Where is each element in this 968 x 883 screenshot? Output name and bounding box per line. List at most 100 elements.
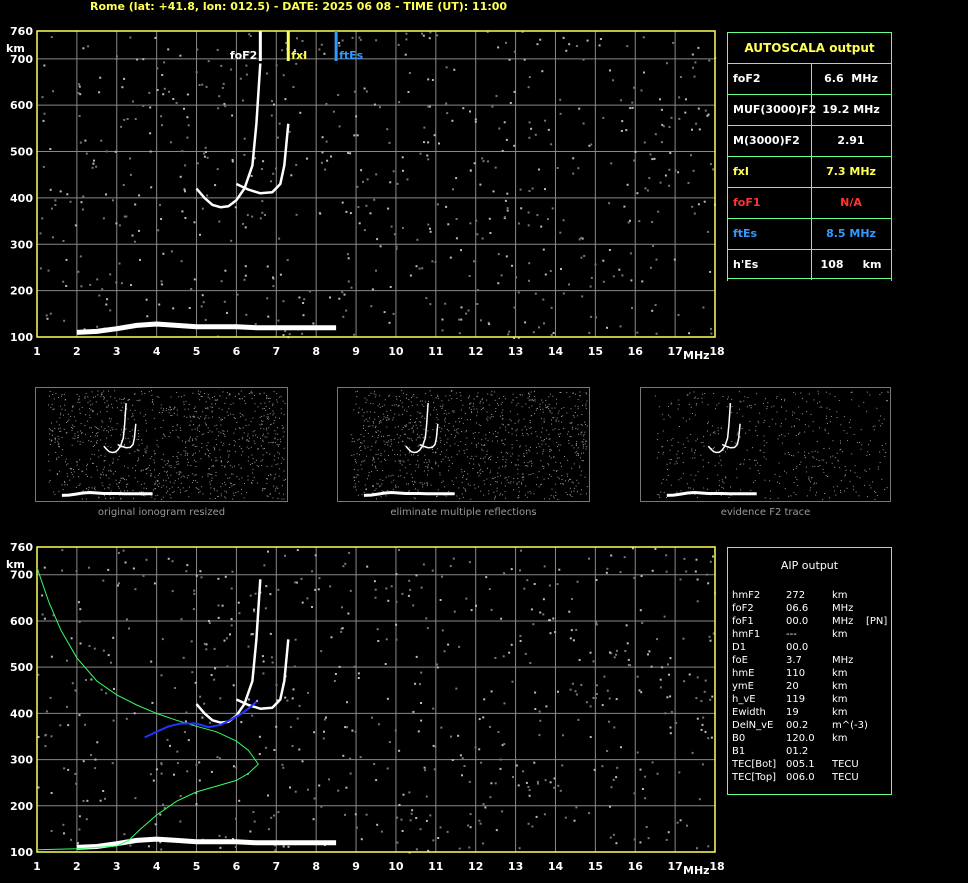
thumbnail-noise-pixel: [453, 484, 454, 485]
thumbnail-noise-pixel: [360, 450, 362, 451]
noise-pixel: [87, 45, 90, 48]
thumbnail-noise-pixel: [78, 468, 80, 470]
thumbnail-noise-pixel: [207, 408, 209, 410]
thumbnail-noise-pixel: [180, 430, 182, 431]
noise-pixel: [358, 222, 361, 225]
thumbnail-noise-pixel: [210, 493, 212, 495]
thumbnail-noise-pixel: [247, 460, 249, 462]
noise-pixel: [246, 214, 249, 217]
thumbnail-noise-pixel: [442, 458, 444, 460]
thumbnail-noise-pixel: [94, 426, 96, 428]
thumbnail-noise-pixel: [239, 398, 241, 400]
thumbnail-noise-pixel: [508, 424, 510, 426]
noise-pixel: [62, 240, 65, 242]
noise-pixel: [633, 86, 635, 89]
thumbnail-noise-pixel: [61, 484, 63, 486]
thumbnail-noise-pixel: [232, 498, 234, 500]
thumbnail-noise-pixel: [194, 428, 196, 430]
thumbnail-noise-pixel: [510, 455, 512, 457]
noise-pixel: [78, 83, 81, 86]
thumbnail-noise-pixel: [574, 452, 576, 454]
autoscala-column-divider: [811, 249, 812, 280]
noise-pixel: [243, 137, 246, 140]
noise-pixel: [588, 812, 591, 815]
thumbnail-noise-pixel: [369, 417, 370, 419]
thumbnail-noise-pixel: [678, 479, 680, 481]
noise-pixel: [696, 717, 699, 720]
noise-pixel: [395, 623, 398, 626]
thumbnail-noise-pixel: [570, 436, 572, 438]
thumbnail-noise-pixel: [89, 404, 91, 406]
thumbnail-noise-pixel: [880, 425, 881, 427]
thumbnail-noise-pixel: [112, 429, 114, 431]
thumbnail-noise-pixel: [121, 399, 123, 400]
thumbnail-noise-pixel: [62, 449, 64, 450]
thumbnail-noise-pixel: [817, 390, 819, 392]
thumbnail-noise-pixel: [406, 410, 408, 412]
aip-cell: TECU: [832, 759, 859, 770]
thumbnail-noise-pixel: [233, 494, 235, 496]
thumbnail-noise-pixel: [198, 431, 200, 433]
thumbnail-noise-pixel: [241, 398, 243, 400]
thumbnail-noise-pixel: [283, 447, 285, 449]
noise-pixel: [378, 106, 381, 109]
thumbnail-noise-pixel: [427, 470, 429, 472]
thumbnail-noise-pixel: [249, 463, 251, 465]
aip-cell: MHz: [832, 603, 854, 614]
noise-pixel: [426, 627, 429, 630]
thumbnail-noise-pixel: [494, 399, 496, 401]
autoscala-value: 108 km: [820, 258, 882, 271]
thumbnail-noise-pixel: [278, 445, 279, 447]
thumbnail-noise-pixel: [401, 390, 403, 391]
noise-pixel: [266, 72, 269, 75]
thumbnail-noise-pixel: [63, 414, 64, 416]
thumbnail-noise-pixel: [168, 477, 169, 479]
thumbnail-noise-pixel: [283, 458, 285, 460]
noise-pixel: [438, 142, 440, 145]
noise-pixel: [468, 561, 471, 564]
thumbnail-noise-pixel: [481, 399, 483, 401]
thumbnail-noise-pixel: [232, 414, 234, 416]
thumbnail-noise-pixel: [160, 427, 162, 428]
noise-pixel: [425, 819, 428, 822]
thumbnail-noise-pixel: [416, 404, 418, 406]
noise-pixel: [683, 680, 686, 683]
noise-pixel: [463, 765, 466, 767]
thumbnail-noise-pixel: [162, 437, 164, 439]
noise-pixel: [494, 782, 497, 785]
thumbnail-noise-pixel: [230, 464, 232, 466]
thumbnail-noise-pixel: [280, 412, 282, 414]
noise-pixel: [562, 36, 565, 39]
thumbnail-noise-pixel: [211, 403, 213, 405]
noise-pixel: [359, 756, 362, 759]
noise-pixel: [292, 86, 295, 88]
noise-pixel: [517, 222, 520, 225]
noise-pixel: [45, 710, 48, 713]
thumbnail-noise-pixel: [517, 473, 519, 475]
noise-pixel: [589, 651, 592, 654]
thumbnail-noise-pixel: [722, 396, 724, 397]
thumbnail-noise-pixel: [373, 459, 375, 461]
thumbnail-noise-pixel: [122, 431, 124, 433]
thumbnail-noise-pixel: [444, 417, 446, 419]
noise-pixel: [453, 610, 456, 613]
thumbnail-noise-pixel: [228, 407, 230, 409]
thumbnail-noise-pixel: [171, 409, 172, 411]
noise-pixel: [340, 630, 343, 633]
thumbnail-noise-pixel: [428, 400, 429, 402]
thumbnail-noise-pixel: [504, 426, 506, 428]
thumbnail-noise-pixel: [737, 432, 739, 434]
noise-pixel: [608, 202, 611, 205]
aip-cell: D1: [732, 642, 747, 653]
noise-pixel: [593, 768, 596, 771]
thumbnail-noise-pixel: [884, 456, 886, 458]
thumbnail-noise-pixel: [358, 438, 360, 440]
noise-pixel: [252, 811, 255, 814]
thumbnail-noise-pixel: [154, 428, 156, 430]
noise-pixel: [528, 190, 531, 192]
thumbnail-noise-pixel: [188, 486, 190, 488]
thumbnail-noise-pixel: [137, 460, 139, 462]
thumbnail-noise-pixel: [410, 422, 411, 424]
thumbnail-noise-pixel: [57, 435, 59, 437]
thumbnail-noise-pixel: [581, 460, 583, 462]
